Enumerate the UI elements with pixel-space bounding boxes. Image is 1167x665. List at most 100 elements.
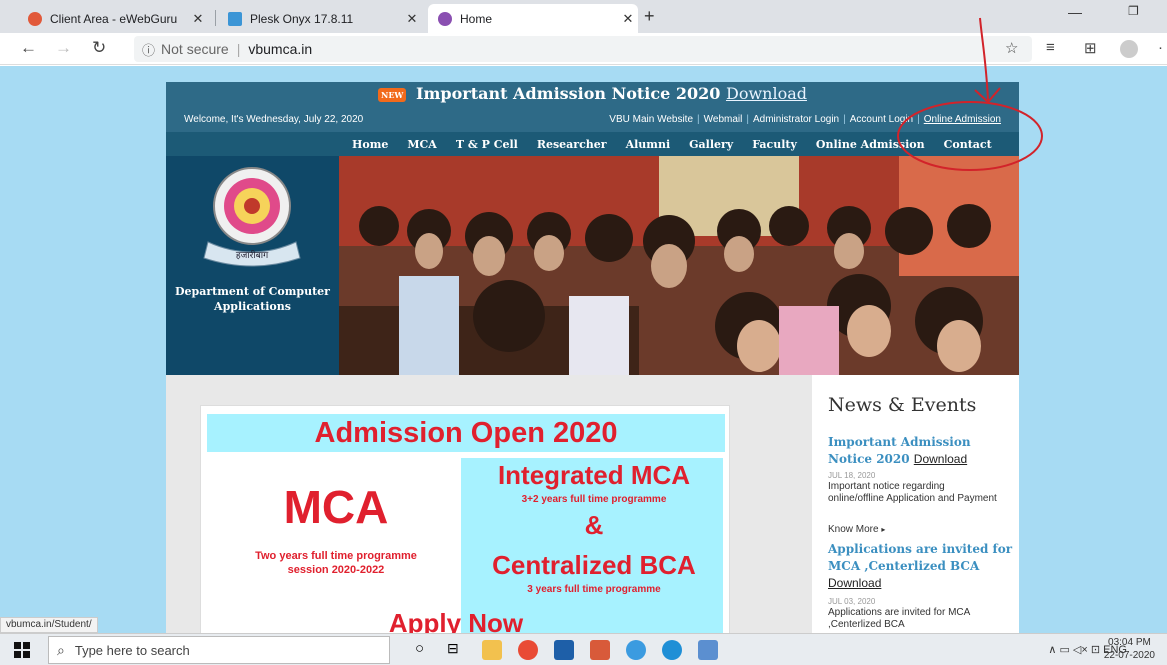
separator: | — [917, 114, 920, 125]
poster-title: Admission Open 2020 — [207, 414, 725, 452]
separator: | — [697, 114, 700, 125]
refresh-button[interactable]: ↻ — [92, 38, 106, 58]
taskbar-search[interactable]: ⌕ Type here to search — [48, 636, 390, 664]
restore-button[interactable]: ❐ — [1128, 4, 1139, 18]
menu-tp-cell[interactable]: T & P Cell — [456, 138, 518, 151]
task-view-icon[interactable]: ⊟ — [447, 640, 467, 660]
forward-button[interactable]: → — [55, 38, 72, 58]
edge-icon[interactable] — [662, 640, 682, 660]
notice-title: Important Admission Notice 2020 — [415, 84, 721, 103]
menu-online-admission[interactable]: Online Admission — [816, 138, 925, 151]
new-badge: NEW — [378, 87, 407, 102]
welcome-text: Welcome, It's Wednesday, July 22, 2020 — [184, 114, 364, 125]
file-explorer-icon[interactable] — [482, 640, 502, 660]
news-item-desc: Important notice regarding online/offlin… — [828, 481, 997, 504]
top-links: VBU Main Website | Webmail | Administrator L… — [609, 114, 1001, 125]
menu-researcher[interactable]: Researcher — [537, 138, 607, 151]
windows-start-icon[interactable] — [14, 642, 30, 658]
main-menu: Home MCA T & P Cell Researcher Alumni Ga… — [166, 132, 1019, 156]
more-menu-icon[interactable]: · — [1158, 39, 1163, 56]
tab-client-area[interactable]: Client Area - eWebGuru ✕ — [18, 4, 208, 33]
profile-avatar[interactable] — [1120, 40, 1138, 58]
favorites-list-icon[interactable]: ≡ — [1046, 39, 1055, 56]
menu-gallery[interactable]: Gallery — [689, 138, 733, 151]
news-download-link[interactable]: Download — [914, 452, 967, 466]
back-button[interactable]: ← — [20, 38, 37, 58]
poster-mca-desc: Two years full time programme — [255, 550, 417, 562]
poster-apply-now[interactable]: Apply Now — [331, 608, 581, 633]
cortana-icon[interactable]: ○ — [415, 640, 435, 660]
link-online-admission[interactable]: Online Admission — [924, 114, 1001, 125]
poster-mca: MCA — [283, 481, 389, 533]
chevron-up-icon[interactable]: ∧ — [1048, 644, 1056, 656]
menu-faculty[interactable]: Faculty — [752, 138, 797, 151]
network-icon[interactable]: ⊡ — [1091, 644, 1100, 656]
news-item-title[interactable]: Applications are invited for MCA ,Center… — [828, 541, 1013, 592]
internet-explorer-icon[interactable] — [626, 640, 646, 660]
notice-download-link[interactable]: Download — [726, 84, 807, 103]
poster-mca-session: session 2020-2022 — [287, 564, 385, 576]
admission-poster[interactable]: Admission Open 2020 MCA Two years full t… — [200, 405, 730, 633]
info-icon[interactable]: ⓘ — [142, 40, 155, 59]
new-tab-button[interactable]: + — [644, 6, 655, 27]
link-webmail[interactable]: Webmail — [704, 114, 743, 125]
link-vbu-main[interactable]: VBU Main Website — [609, 114, 693, 125]
volume-icon[interactable]: ◁× — [1073, 644, 1088, 656]
news-item-title-text: Applications are invited for MCA ,Center… — [828, 542, 1013, 573]
status-bar-url: vbumca.in/Student/ — [0, 617, 98, 633]
news-item-desc: Applications are invited for MCA ,Center… — [828, 607, 970, 630]
tab-home[interactable]: Home ✕ — [428, 4, 638, 33]
tab-favicon-icon — [438, 11, 452, 26]
tab-divider — [215, 10, 216, 26]
close-icon[interactable]: ✕ — [618, 11, 638, 27]
chrome-icon[interactable] — [518, 640, 538, 660]
clock-time: 03:04 PM — [1108, 637, 1151, 648]
university-emblem-icon: हजारीबाग — [203, 167, 301, 267]
notice-banner: NEW Important Admission Notice 2020 Down… — [166, 84, 1019, 103]
news-download-link[interactable]: Download — [828, 576, 881, 590]
app-icon[interactable] — [698, 640, 718, 660]
poster-integrated-desc: 3+2 years full time programme — [521, 494, 667, 505]
poster-centralized: Centralized BCA — [492, 550, 696, 580]
collections-icon[interactable]: ⊞ — [1084, 39, 1097, 57]
url-field[interactable]: ⓘ Not secure | vbumca.in — [134, 36, 1032, 62]
tab-title: Plesk Onyx 17.8.11 — [250, 11, 354, 26]
tab-title: Home — [460, 11, 493, 26]
news-heading: News & Events — [828, 394, 977, 416]
department-name: Department of Computer Applications — [175, 285, 330, 313]
emblem-caption: हजारीबाग — [236, 249, 269, 260]
know-more-link[interactable]: Know More ▸ — [828, 524, 885, 535]
tab-strip: Client Area - eWebGuru ✕ Plesk Onyx 17.8… — [0, 0, 1167, 33]
poster-ampersand: & — [584, 510, 604, 540]
menu-home[interactable]: Home — [352, 138, 388, 151]
clock-date: 22-07-2020 — [1103, 650, 1155, 661]
site-container: NEW Important Admission Notice 2020 Down… — [166, 82, 1019, 633]
mail-icon[interactable] — [554, 640, 574, 660]
menu-mca[interactable]: MCA — [407, 138, 436, 151]
menu-alumni[interactable]: Alumni — [626, 138, 671, 151]
poster-integrated: Integrated MCA — [497, 460, 691, 490]
close-icon[interactable]: ✕ — [188, 11, 208, 27]
clock[interactable]: 03:04 PM 22-07-2020 — [1104, 636, 1155, 662]
tab-title: Client Area - eWebGuru — [50, 11, 178, 26]
news-item-date: JUL 18, 2020 — [828, 471, 876, 480]
battery-icon[interactable]: ▭ — [1059, 644, 1069, 656]
minimize-button[interactable]: — — [1068, 4, 1082, 20]
news-item-title[interactable]: Important Admission Notice 2020 Download — [828, 434, 1013, 468]
link-account-login[interactable]: Account Login — [850, 114, 913, 125]
logo-panel: हजारीबाग Department of Computer Applicat… — [166, 156, 339, 375]
favorite-star-icon[interactable]: ☆ — [1005, 39, 1018, 57]
link-admin-login[interactable]: Administrator Login — [753, 114, 839, 125]
top-band: NEW Important Admission Notice 2020 Down… — [166, 82, 1019, 132]
separator: | — [746, 114, 749, 125]
know-more-label: Know More — [828, 524, 879, 535]
tab-plesk[interactable]: Plesk Onyx 17.8.11 ✕ — [218, 4, 422, 33]
close-icon[interactable]: ✕ — [402, 11, 422, 27]
separator: | — [843, 114, 846, 125]
search-placeholder: Type here to search — [74, 642, 190, 658]
menu-contact[interactable]: Contact — [944, 138, 992, 151]
address-bar: ← → ↻ ⓘ Not secure | vbumca.in ☆ ≡ ⊞ · — [0, 33, 1167, 65]
office-icon[interactable] — [590, 640, 610, 660]
taskbar: ⌕ Type here to search ○ ⊟ ∧ ▭ ◁× ⊡ ENG 0… — [0, 633, 1167, 665]
url-text: vbumca.in — [248, 41, 313, 57]
